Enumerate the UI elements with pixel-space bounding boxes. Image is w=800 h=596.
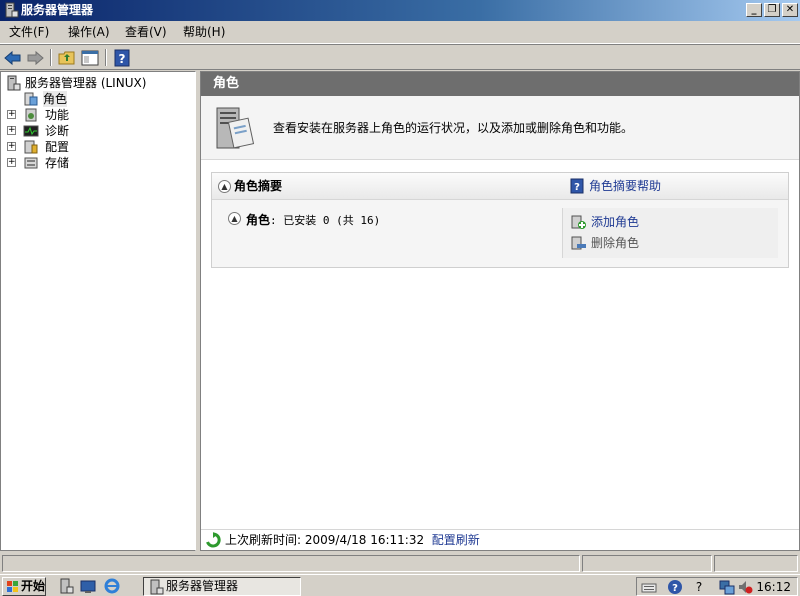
status-panel xyxy=(714,555,798,572)
svg-text:?: ? xyxy=(574,182,580,193)
expand-icon[interactable]: + xyxy=(7,142,16,151)
tree-item-label: 诊断 xyxy=(45,124,70,138)
tree-item-label: 角色 xyxy=(43,91,68,107)
tree-item-roles[interactable]: 角色 xyxy=(23,91,83,107)
roles-summary-help-link[interactable]: 角色摘要帮助 xyxy=(589,178,661,194)
status-panel xyxy=(2,555,580,572)
storage-icon xyxy=(24,157,38,169)
volume-muted-icon[interactable] xyxy=(737,579,753,595)
svg-text:?: ? xyxy=(119,52,126,66)
windows-logo-icon xyxy=(7,581,18,592)
up-folder-icon[interactable] xyxy=(57,48,77,68)
server-manager-icon xyxy=(150,579,164,595)
menu-file[interactable]: 文件(F) xyxy=(9,25,49,40)
roles-actions: 添加角色 删除角色 xyxy=(562,208,778,258)
tree-item-label: 功能 xyxy=(45,108,70,122)
restore-button[interactable]: ❐ xyxy=(764,3,780,17)
taskbar: 开始 服务器管理器 ? ? 16:12 xyxy=(0,574,800,596)
roles-icon xyxy=(24,92,38,106)
taskbar-button-server-manager[interactable]: 服务器管理器 xyxy=(143,577,301,596)
roles-count: : 已安装 0 (共 16) xyxy=(270,214,381,227)
minimize-button[interactable]: _ xyxy=(746,3,762,17)
forward-arrow-icon[interactable] xyxy=(25,48,45,68)
keyboard-icon[interactable] xyxy=(641,579,657,595)
tree-root-label: 服务器管理器 (LINUX) xyxy=(25,76,147,90)
tree-root[interactable]: 服务器管理器 (LINUX) xyxy=(5,75,195,91)
clock[interactable]: 16:12 xyxy=(756,579,791,595)
start-button[interactable]: 开始 xyxy=(2,577,46,596)
tree-item-features[interactable]: + 功能 xyxy=(7,107,87,123)
expand-icon[interactable]: + xyxy=(7,126,16,135)
roles-server-icon xyxy=(216,107,255,149)
add-roles-label: 添加角色 xyxy=(591,215,640,229)
help-icon[interactable]: ? xyxy=(667,579,683,595)
page-title: 角色 xyxy=(201,72,799,96)
status-panel xyxy=(582,555,712,572)
menu-bar: 文件(F) 操作(A) 查看(V) 帮助(H) xyxy=(0,21,800,44)
server-manager-icon xyxy=(5,2,19,18)
tree-item-diagnostics[interactable]: + 诊断 xyxy=(7,123,87,139)
collapse-icon[interactable]: ▲ xyxy=(228,212,241,225)
intro-panel: 查看安装在服务器上角色的运行状况，以及添加或删除角色和功能。 xyxy=(201,96,799,160)
roles-summary-section: ▲ 角色摘要 ? 角色摘要帮助 ▲ 角色: 已安装 0 (共 16) 添加角色 … xyxy=(211,172,789,268)
back-arrow-icon[interactable] xyxy=(3,48,23,68)
svg-text:?: ? xyxy=(696,580,702,594)
taskbar-button-label: 服务器管理器 xyxy=(166,579,239,593)
roles-summary-title: 角色摘要 xyxy=(234,179,283,193)
toolbar: ? xyxy=(0,44,800,70)
network-icon[interactable] xyxy=(719,579,735,595)
console-tree[interactable]: 服务器管理器 (LINUX) 角色 + 功能 + 诊断 + 配置 + 存储 xyxy=(0,71,196,551)
tree-item-configuration[interactable]: + 配置 xyxy=(7,139,87,155)
system-tray: ? ? 16:12 xyxy=(636,577,798,596)
help-icon[interactable]: ? xyxy=(112,48,132,68)
show-hide-console-tree-icon[interactable] xyxy=(80,48,100,68)
diagnostics-icon xyxy=(23,125,39,137)
tree-item-label: 配置 xyxy=(45,140,70,154)
roles-subsection: ▲ 角色: 已安装 0 (共 16) 添加角色 删除角色 xyxy=(212,200,788,267)
expand-icon[interactable]: + xyxy=(7,158,16,167)
tree-item-storage[interactable]: + 存储 xyxy=(7,155,87,171)
toolbar-separator xyxy=(105,49,107,66)
roles-label: 角色 xyxy=(246,213,271,227)
title-bar[interactable]: 服务器管理器 _ ❐ ✕ xyxy=(0,0,800,21)
last-refresh-text: 上次刷新时间: 2009/4/18 16:11:32 xyxy=(225,533,425,547)
intro-text: 查看安装在服务器上角色的运行状况，以及添加或删除角色和功能。 xyxy=(273,121,634,135)
help-icon: ? xyxy=(570,178,584,194)
svg-text:?: ? xyxy=(672,583,678,594)
tree-item-label: 存储 xyxy=(45,156,70,170)
add-roles-icon xyxy=(571,215,586,229)
remove-roles-label: 删除角色 xyxy=(591,236,640,250)
configure-refresh-link[interactable]: 配置刷新 xyxy=(432,533,480,547)
notification-icon[interactable]: ? xyxy=(691,579,707,595)
start-label: 开始 xyxy=(21,579,46,593)
refresh-bar: 上次刷新时间: 2009/4/18 16:11:32 配置刷新 xyxy=(201,529,799,550)
server-manager-icon xyxy=(7,75,21,91)
show-desktop-icon[interactable] xyxy=(80,578,96,594)
collapse-icon[interactable]: ▲ xyxy=(218,180,231,193)
expand-icon[interactable]: + xyxy=(7,110,16,119)
close-button[interactable]: ✕ xyxy=(782,3,798,17)
refresh-icon xyxy=(206,532,221,548)
toolbar-separator xyxy=(50,49,52,66)
internet-explorer-icon[interactable] xyxy=(104,578,120,594)
server-manager-quicklaunch-icon[interactable] xyxy=(58,578,74,594)
menu-view[interactable]: 查看(V) xyxy=(125,25,167,40)
menu-help[interactable]: 帮助(H) xyxy=(183,25,225,40)
configuration-icon xyxy=(24,140,38,154)
menu-action[interactable]: 操作(A) xyxy=(68,25,110,40)
remove-roles-icon xyxy=(571,236,586,250)
roles-summary-header: ▲ 角色摘要 ? 角色摘要帮助 xyxy=(212,173,788,200)
refresh-status: 上次刷新时间: 2009/4/18 16:11:32 配置刷新 xyxy=(225,530,480,550)
window-title: 服务器管理器 xyxy=(21,3,94,17)
status-bar xyxy=(0,553,800,573)
details-pane: 角色 查看安装在服务器上角色的运行状况，以及添加或删除角色和功能。 ▲ 角色摘要… xyxy=(200,71,800,551)
roles-status: 角色: 已安装 0 (共 16) xyxy=(246,212,380,229)
features-icon xyxy=(25,108,37,122)
